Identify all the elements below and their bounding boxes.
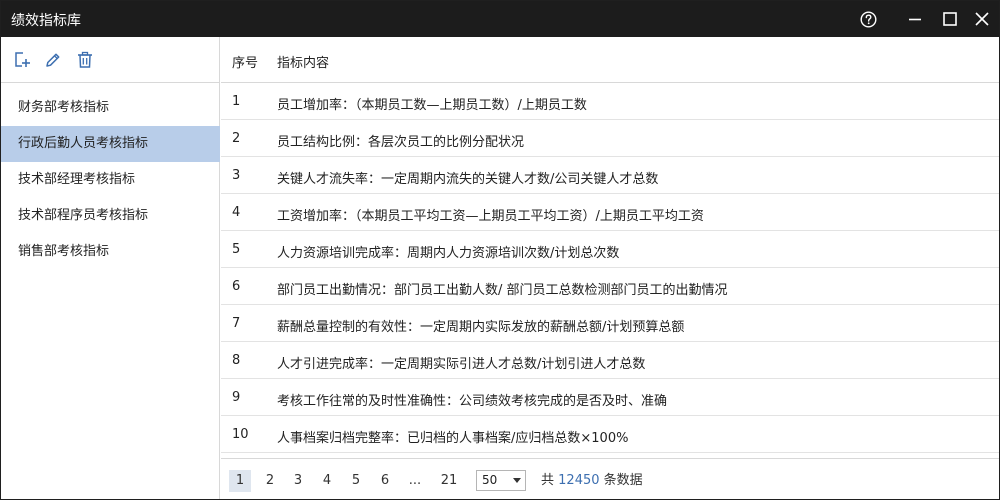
add-icon — [15, 52, 30, 67]
total-prefix: 共 — [541, 473, 555, 488]
edit-icon — [46, 53, 60, 67]
sidebar: 财务部考核指标 行政后勤人员考核指标 技术部经理考核指标 技术部程序员考核指标 … — [1, 37, 220, 499]
page-button-last[interactable]: 21 — [438, 470, 460, 492]
title-bar: 绩效指标库 — [1, 1, 999, 37]
maximize-button[interactable] — [933, 1, 967, 37]
page-button-2[interactable]: 2 — [259, 470, 281, 492]
column-header-index: 序号 — [232, 56, 259, 71]
row-content: 员工结构比例：各层次员工的比例分配状况 — [277, 135, 525, 150]
page-ellipsis: ... — [408, 473, 422, 488]
row-content: 考核工作往常的及时性准确性：公司绩效考核完成的是否及时、准确 — [277, 394, 668, 409]
row-index: 8 — [232, 353, 241, 368]
row-content: 人事档案归档完整率：已归档的人事档案/应归档总数×100% — [277, 431, 629, 446]
row-content: 部门员工出勤情况：部门员工出勤人数/ 部门员工总数检测部门员工的出勤情况 — [277, 283, 728, 298]
window-title: 绩效指标库 — [11, 13, 81, 29]
table-row[interactable]: 1 员工增加率：（本期员工数—上期员工数）/上期员工数 — [221, 83, 999, 120]
minimize-icon — [909, 18, 921, 21]
table-row[interactable]: 10 人事档案归档完整率：已归档的人事档案/应归档总数×100% — [221, 416, 999, 453]
row-index: 1 — [232, 94, 241, 109]
pagination: 1 2 3 4 5 6 ... 21 50 共 12450 条数据 — [221, 458, 999, 499]
maximize-icon — [943, 12, 957, 26]
row-index: 5 — [232, 242, 241, 257]
row-content: 人力资源培训完成率：周期内人力资源培训次数/计划总次数 — [277, 246, 620, 261]
table-row[interactable]: 6 部门员工出勤情况：部门员工出勤人数/ 部门员工总数检测部门员工的出勤情况 — [221, 268, 999, 305]
total-count: 12450 — [558, 473, 600, 488]
add-button[interactable] — [13, 51, 31, 69]
sidebar-item[interactable]: 行政后勤人员考核指标 — [1, 126, 220, 162]
app-window: 绩效指标库 财务部考核指标 行政后勤人员考核指标 技术部经理考核指标 技术部程序… — [0, 0, 1000, 500]
help-button[interactable] — [851, 1, 885, 37]
close-icon — [975, 12, 989, 26]
table-row[interactable]: 8 人才引进完成率：一定周期实际引进人才总数/计划引进人才总数 — [221, 342, 999, 379]
row-index: 2 — [232, 131, 241, 146]
edit-button[interactable] — [44, 51, 62, 69]
total-suffix: 条数据 — [603, 473, 643, 488]
page-button-5[interactable]: 5 — [345, 470, 367, 492]
total-count-text: 共 12450 条数据 — [541, 470, 643, 492]
sidebar-item[interactable]: 销售部考核指标 — [1, 234, 220, 270]
table-row[interactable]: 9 考核工作往常的及时性准确性：公司绩效考核完成的是否及时、准确 — [221, 379, 999, 416]
table-row[interactable]: 2 员工结构比例：各层次员工的比例分配状况 — [221, 120, 999, 157]
category-list: 财务部考核指标 行政后勤人员考核指标 技术部经理考核指标 技术部程序员考核指标 … — [1, 90, 220, 270]
page-size-select[interactable]: 50 — [476, 470, 526, 491]
page-button-4[interactable]: 4 — [316, 470, 338, 492]
row-index: 9 — [232, 390, 241, 405]
sidebar-item[interactable]: 财务部考核指标 — [1, 90, 220, 126]
table-row[interactable]: 7 薪酬总量控制的有效性：一定周期内实际发放的薪酬总额/计划预算总额 — [221, 305, 999, 342]
row-index: 4 — [232, 205, 241, 220]
page-size-value: 50 — [482, 473, 498, 487]
table-header: 序号 指标内容 — [221, 37, 999, 83]
indicator-table: 序号 指标内容 1 员工增加率：（本期员工数—上期员工数）/上期员工数 2 员工结构… — [221, 37, 999, 499]
column-header-content: 指标内容 — [277, 56, 330, 71]
sidebar-toolbar — [1, 37, 220, 83]
row-index: 3 — [232, 168, 241, 183]
page-button-6[interactable]: 6 — [374, 470, 396, 492]
page-button-3[interactable]: 3 — [287, 470, 309, 492]
chevron-down-icon — [513, 478, 521, 483]
delete-button[interactable] — [76, 51, 94, 69]
row-content: 薪酬总量控制的有效性：一定周期内实际发放的薪酬总额/计划预算总额 — [277, 320, 685, 335]
row-content: 员工增加率：（本期员工数—上期员工数）/上期员工数 — [277, 98, 587, 113]
row-content: 工资增加率：（本期员工平均工资—上期员工平均工资）/上期员工平均工资 — [277, 209, 704, 224]
table-row[interactable]: 5 人力资源培训完成率：周期内人力资源培训次数/计划总次数 — [221, 231, 999, 268]
minimize-button[interactable] — [898, 1, 932, 37]
row-index: 6 — [232, 279, 241, 294]
row-content: 关键人才流失率：一定周期内流失的关键人才数/公司关键人才总数 — [277, 172, 659, 187]
help-icon — [859, 10, 877, 28]
row-index: 7 — [232, 316, 241, 331]
row-index: 10 — [232, 427, 249, 442]
table-row[interactable]: 3 关键人才流失率：一定周期内流失的关键人才数/公司关键人才总数 — [221, 157, 999, 194]
page-button-1[interactable]: 1 — [229, 470, 251, 492]
table-row[interactable]: 4 工资增加率：（本期员工平均工资—上期员工平均工资）/上期员工平均工资 — [221, 194, 999, 231]
row-content: 人才引进完成率：一定周期实际引进人才总数/计划引进人才总数 — [277, 357, 646, 372]
sidebar-item[interactable]: 技术部程序员考核指标 — [1, 198, 220, 234]
close-button[interactable] — [965, 1, 999, 37]
delete-icon — [78, 51, 92, 68]
table-body: 1 员工增加率：（本期员工数—上期员工数）/上期员工数 2 员工结构比例：各层次员工… — [221, 83, 999, 453]
sidebar-item[interactable]: 技术部经理考核指标 — [1, 162, 220, 198]
